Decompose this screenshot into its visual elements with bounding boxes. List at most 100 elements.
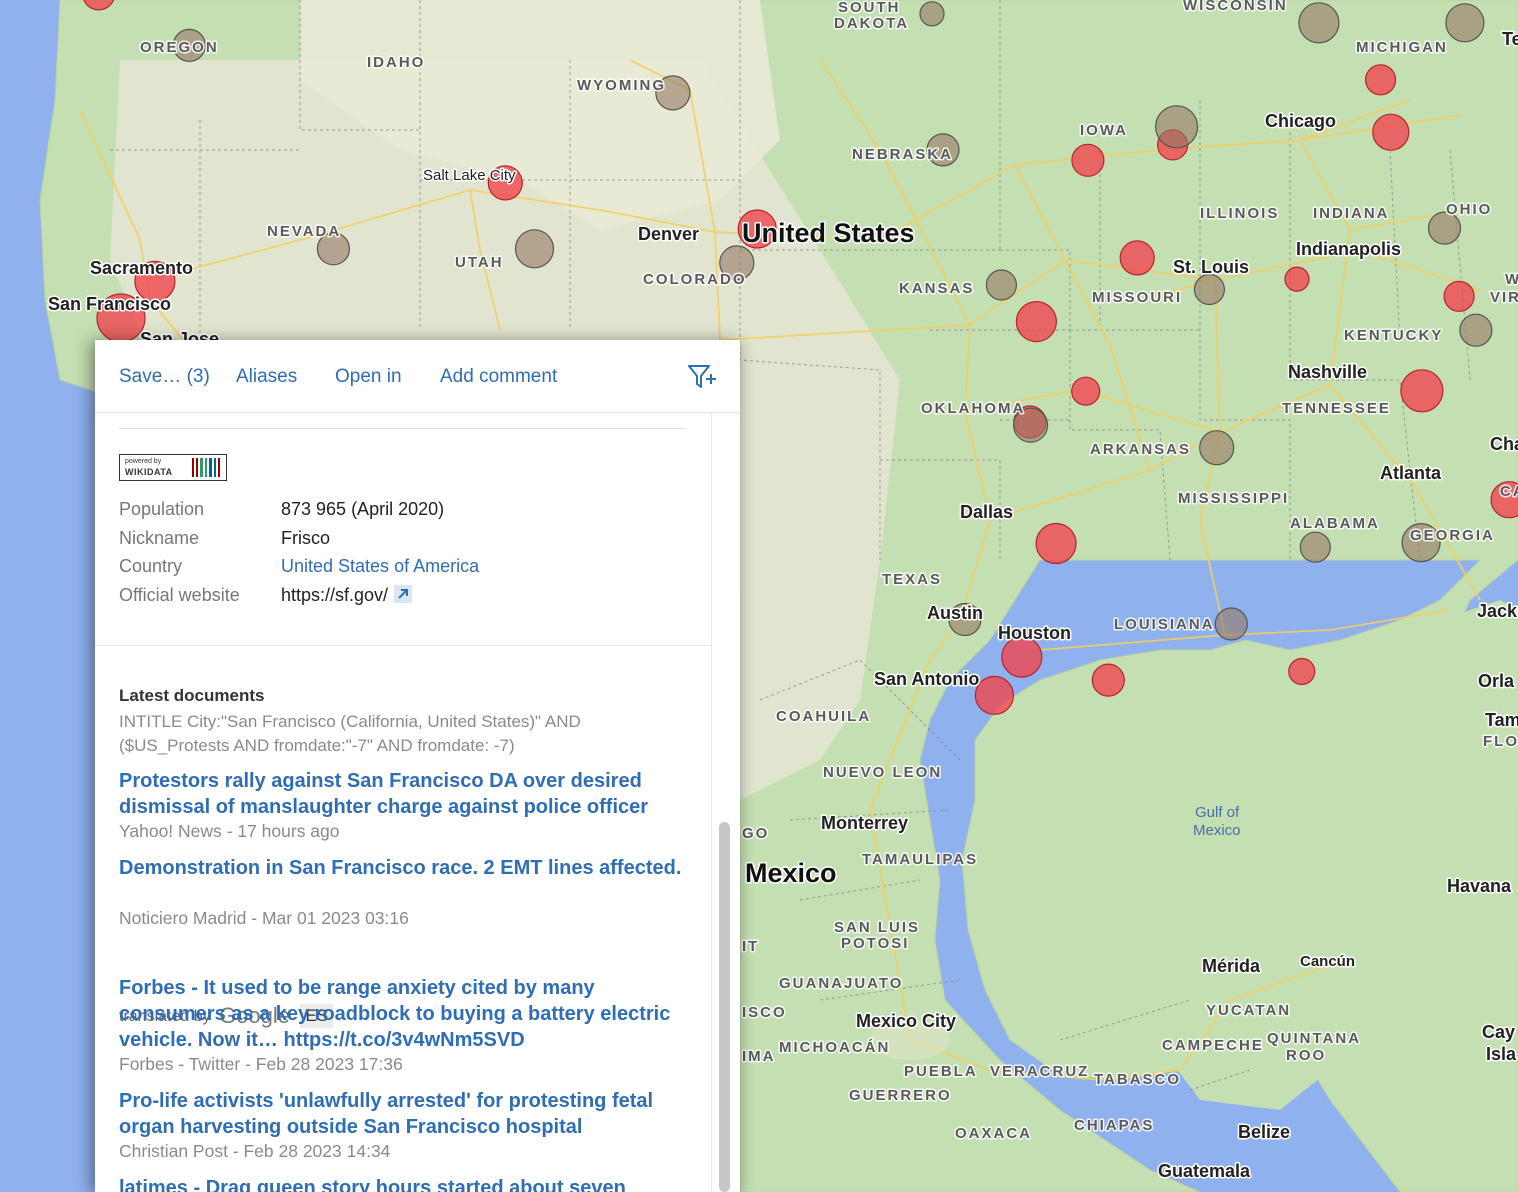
label-state: TENNESSEE [1282,400,1391,417]
document-meta: Yahoo! News - 17 hours ago [119,821,340,841]
label-city: Houston [998,623,1071,643]
add-comment-button[interactable]: Add comment [440,366,557,388]
label-state: UTAH [455,254,504,271]
event-marker[interactable] [1400,369,1444,413]
region-marker[interactable] [1154,105,1199,149]
event-marker[interactable] [1372,113,1410,151]
label-city: CA [1500,483,1518,500]
label-state: CAMPECHE [1162,1037,1264,1054]
country-link[interactable]: United States of America [281,556,479,577]
label-state: NUEVO LEON [823,764,942,781]
label-city: Denver [638,224,699,244]
label-city: Tam [1485,710,1518,730]
scrollbar-track[interactable] [711,413,712,1192]
region-marker[interactable] [1459,313,1493,347]
population-value: 873 965 (April 2020) [281,499,445,519]
label-state: VERACRUZ [990,1063,1089,1080]
label-state: LOUISIANA [1114,616,1215,633]
label-city: IMA [742,1048,776,1065]
region-marker[interactable] [1299,531,1331,563]
event-marker[interactable] [974,675,1015,716]
document-title[interactable]: Pro-life activists 'unlawfully arrested'… [119,1088,689,1140]
document-title[interactable]: Demonstration in San Francisco race. 2 E… [119,855,689,881]
add-filter-icon[interactable] [687,362,719,392]
event-marker[interactable] [1443,280,1475,312]
label-state: MICHIGAN [1356,39,1448,56]
event-marker[interactable] [1035,522,1077,565]
event-marker[interactable] [1364,64,1397,96]
event-marker[interactable] [1091,663,1125,697]
region-marker[interactable] [1193,273,1226,306]
label-city: Cay [1482,1022,1515,1042]
nickname-label: Nickname [119,528,200,548]
label-city: Sacramento [90,258,193,278]
event-marker[interactable] [1015,301,1058,343]
event-marker[interactable] [1284,266,1310,292]
document-meta: Forbes - Twitter - Feb 28 2023 17:36 [119,1054,403,1074]
nickname-value: Frisco [281,528,330,548]
latest-documents-heading: Latest documents [119,686,265,705]
entity-detail-panel: Save… (3) Aliases Open in Add comment po… [95,340,740,1192]
label-state: KANSAS [899,280,974,297]
label-city: Isla [1486,1044,1517,1064]
label-state: SAN LUIS [834,919,920,936]
event-marker[interactable] [1288,657,1316,686]
label-state: ILLINOIS [1200,205,1279,222]
label-state: GUERRERO [849,1087,952,1104]
label-state: QUINTANA [1267,1030,1361,1047]
label-city: Cha [1490,434,1518,454]
label-city: San Francisco [48,294,171,314]
label-state: YUCATAN [1206,1002,1291,1019]
label-state: ROO [1286,1047,1326,1064]
label-city: ISCO [742,1004,787,1021]
region-marker[interactable] [514,229,555,269]
website-link[interactable]: https://sf.gov/ [281,585,388,605]
label-state: INDIANA [1313,205,1390,222]
label-country: United States [742,218,915,248]
label-city: Belize [1238,1122,1290,1142]
external-link-icon[interactable] [394,585,413,603]
document-title[interactable]: Forbes - It used to be range anxiety cit… [119,975,689,1053]
region-marker[interactable] [985,269,1018,301]
panel-toolbar: Save… (3) Aliases Open in Add comment [95,340,740,413]
aliases-button[interactable]: Aliases [236,366,297,388]
label-state: KENTUCKY [1344,327,1443,344]
region-marker[interactable] [1445,3,1485,43]
region-marker[interactable] [1214,607,1248,641]
label-water: Gulf of [1195,804,1240,821]
label-city: IT [742,938,759,955]
label-city: San Antonio [874,669,979,689]
label-city: Austin [927,603,983,623]
event-marker[interactable] [1001,636,1043,678]
label-city: Havana [1447,876,1512,896]
event-marker[interactable] [1119,240,1155,276]
open-in-button[interactable]: Open in [335,366,402,388]
region-marker[interactable] [1298,2,1340,44]
label-state: FLO [1483,733,1518,750]
label-state: GEORGIA [1410,527,1495,544]
document-title[interactable]: latimes - Drag queen story hours started… [119,1175,689,1192]
wikidata-powered-by: powered by [125,458,162,465]
label-country: Mexico [745,858,837,888]
event-marker[interactable] [1071,143,1105,177]
label-state: NEBRASKA [852,146,953,163]
save-button[interactable]: Save… (3) [119,366,210,388]
label-city: Mexico City [856,1011,956,1031]
document-title[interactable]: Protestors rally against San Francisco D… [119,768,689,820]
label-city: Te [1502,29,1518,49]
wikidata-badge[interactable]: powered by WIKIDATA [119,454,227,481]
event-marker[interactable] [1071,376,1101,406]
scrollbar-thumb[interactable] [719,822,730,1192]
label-state: GUANAJUATO [779,975,903,992]
region-marker[interactable] [919,1,945,27]
label-state: IDAHO [367,54,425,71]
label-state: OAXACA [955,1125,1032,1142]
label-city: Mérida [1202,956,1261,976]
label-state: PUEBLA [904,1063,978,1080]
label-state: SOUTH [838,0,901,16]
wikidata-logo-text: WIKIDATA [125,467,173,477]
website-label: Official website [119,585,240,605]
document-meta: Christian Post - Feb 28 2023 14:34 [119,1141,391,1161]
website-link-wrap: https://sf.gov/ [281,585,413,606]
region-marker[interactable] [1199,430,1235,466]
